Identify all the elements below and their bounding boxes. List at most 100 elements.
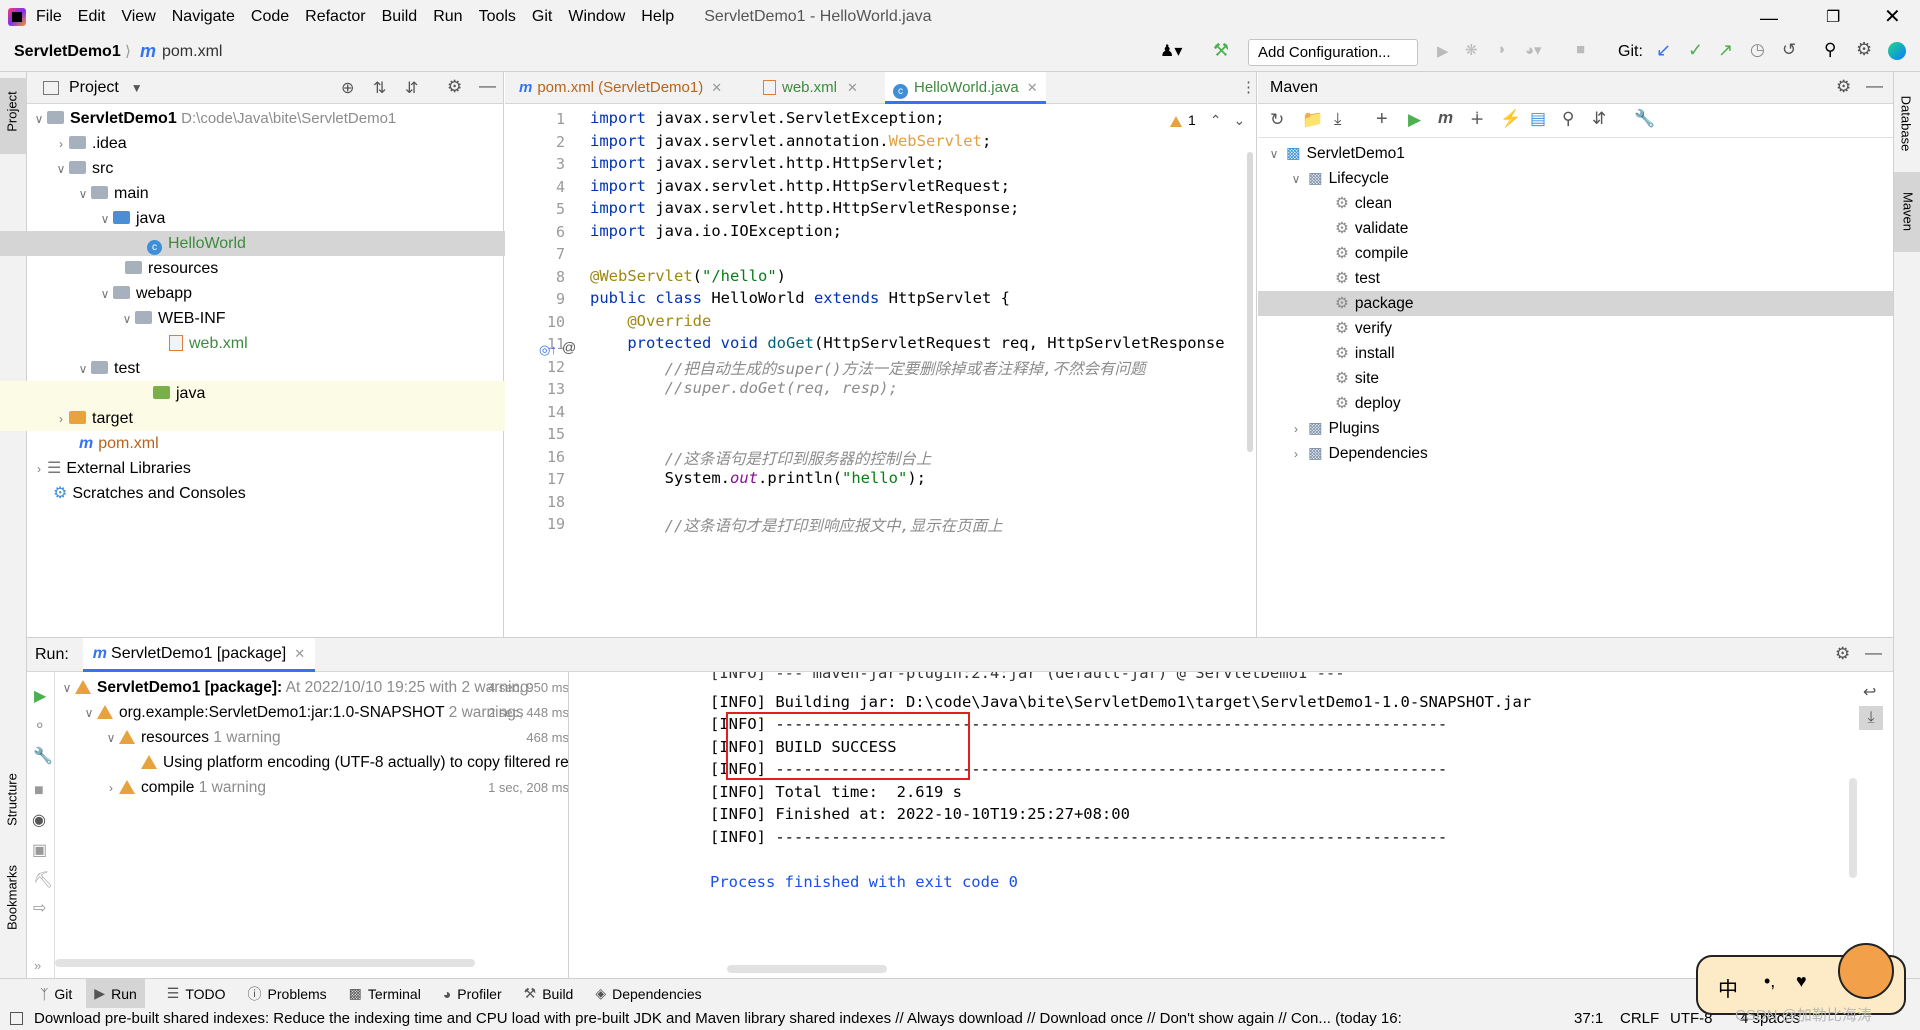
side-tab-database[interactable]: Database <box>1899 84 1914 164</box>
find-icon[interactable]: ⚲ <box>1562 109 1574 129</box>
bottom-tab-terminal[interactable]: ▩ Terminal <box>349 985 421 1002</box>
profile-icon[interactable]: ◕▾ <box>1525 41 1542 59</box>
minimize-icon[interactable]: — <box>1760 8 1778 29</box>
add-icon[interactable]: + <box>1376 108 1388 131</box>
side-tab-project[interactable]: Project <box>0 78 27 154</box>
build-hammer-icon[interactable]: ⚒ <box>1213 40 1229 61</box>
maven-goal-site[interactable]: ⚙ site <box>1335 366 1379 391</box>
tree-item-target[interactable]: › target <box>0 406 531 431</box>
user-icon[interactable]: ♟▾ <box>1160 41 1182 61</box>
run-goal-icon[interactable]: ▶ <box>1408 110 1421 130</box>
more-icon[interactable]: » <box>34 958 41 973</box>
build-node-root[interactable]: ∨ ServletDemo1 [package]: At 2022/10/10 1… <box>59 675 568 700</box>
maven-goal-install[interactable]: ⚙ install <box>1335 341 1395 366</box>
bottom-tab-run[interactable]: ▶ Run <box>86 979 145 1008</box>
build-tree-hscrollbar[interactable] <box>55 959 475 967</box>
rerun-icon[interactable]: ▶ <box>34 686 46 706</box>
bottom-tab-todo[interactable]: ☰ TODO <box>167 985 226 1002</box>
maven-dependencies-node[interactable]: › ▩ Dependencies <box>1288 441 1428 466</box>
camera-icon[interactable]: ▣ <box>32 840 47 860</box>
close-window-icon[interactable]: ✕ <box>1884 4 1901 29</box>
git-history-icon[interactable]: ◷ <box>1750 40 1765 60</box>
bottom-tab-build[interactable]: ⚒ Build <box>524 985 574 1002</box>
build-node-encoding-warning[interactable]: Using platform encoding (UTF-8 actually)… <box>141 750 568 775</box>
tree-item-resources[interactable]: resources <box>125 256 218 281</box>
tree-item-webapp[interactable]: ∨ webapp <box>97 281 192 306</box>
breadcrumb-project[interactable]: ServletDemo1 <box>14 43 121 61</box>
bottom-tab-problems[interactable]: ⓘ Problems <box>248 984 327 1004</box>
stop-icon[interactable]: ■ <box>1576 41 1585 58</box>
collapse-all-icon[interactable]: ⇵ <box>405 78 418 98</box>
export-icon[interactable]: ⇨ <box>33 898 46 918</box>
panel-hide-icon[interactable]: — <box>1865 643 1882 663</box>
tree-item-pom-xml[interactable]: m pom.xml <box>79 431 159 456</box>
close-tab-icon[interactable]: ✕ <box>294 646 305 661</box>
menu-refactor[interactable]: Refactor <box>305 8 365 26</box>
git-update-icon[interactable]: ↙ <box>1656 40 1671 61</box>
skip-tests-icon[interactable]: ⚡ <box>1500 109 1521 129</box>
maven-goal-package[interactable]: ⚙ package <box>1258 291 1893 316</box>
tree-item-servletdemo1[interactable]: ∨ ServletDemo1 D:\code\Java\bite\ServletD… <box>31 106 397 131</box>
download-icon[interactable]: ⤓ <box>1334 109 1342 129</box>
panel-hide-icon[interactable]: — <box>1866 76 1883 96</box>
menu-edit[interactable]: Edit <box>78 8 106 26</box>
tree-item-web-xml[interactable]: web.xml <box>169 331 248 356</box>
toggle-offline-icon[interactable]: ∔ <box>1470 109 1484 129</box>
caret-position[interactable]: 37:1 <box>1574 1008 1603 1030</box>
eye-icon[interactable]: ◉ <box>32 810 46 830</box>
console-output[interactable]: [INFO] --- maven-jar-plugin:2.4:jar (def… <box>570 672 1870 979</box>
collapse-icon[interactable]: ⇵ <box>1592 109 1606 129</box>
stop-icon[interactable]: ■ <box>34 782 44 800</box>
maven-goal-validate[interactable]: ⚙ validate <box>1335 216 1408 241</box>
build-node-artifact[interactable]: ∨ org.example:ServletDemo1:jar:1.0-SNAPSH… <box>81 700 568 725</box>
editor-scrollbar[interactable] <box>1247 152 1253 452</box>
tree-item-test[interactable]: ∨ test <box>75 356 140 381</box>
bottom-tab-dependencies[interactable]: ◈ Dependencies <box>595 985 701 1002</box>
settings-gear-icon[interactable]: ⚙ <box>1856 39 1872 60</box>
panel-settings-icon[interactable]: ⚙ <box>1835 644 1850 664</box>
rerun-failed-icon[interactable]: ⚬ <box>33 716 46 736</box>
menu-help[interactable]: Help <box>641 8 674 26</box>
run-icon[interactable]: ▶ <box>1437 42 1449 60</box>
tree-item-idea[interactable]: › .idea <box>53 131 127 156</box>
bottom-tab-git[interactable]: ᛉ Git <box>40 986 72 1002</box>
maven-goal-compile[interactable]: ⚙ compile <box>1335 241 1408 266</box>
maven-goal-verify[interactable]: ⚙ verify <box>1335 316 1392 341</box>
menu-window[interactable]: Window <box>568 8 625 26</box>
menu-git[interactable]: Git <box>532 8 552 26</box>
git-rollback-icon[interactable]: ↺ <box>1782 40 1796 60</box>
locate-icon[interactable]: ⊕ <box>341 78 354 98</box>
side-tab-bookmarks[interactable]: Bookmarks <box>5 858 20 938</box>
pin-icon[interactable]: ⛏ <box>33 870 53 890</box>
execute-goal-icon[interactable]: m <box>1438 108 1453 128</box>
git-push-icon[interactable]: ↗ <box>1718 40 1733 61</box>
build-node-compile[interactable]: › compile 1 warning 1 sec, 208 ms <box>103 775 568 800</box>
tree-item-external-libraries[interactable]: › ☰ External Libraries <box>31 456 191 481</box>
project-panel-title[interactable]: Project <box>69 79 119 97</box>
menu-navigate[interactable]: Navigate <box>172 8 235 26</box>
menu-file[interactable]: File <box>36 8 62 26</box>
add-configuration-button[interactable]: Add Configuration... <box>1248 39 1418 66</box>
show-dependencies-icon[interactable]: ▤ <box>1530 109 1546 129</box>
debug-icon[interactable]: ❋ <box>1465 41 1478 59</box>
tree-item-scratches[interactable]: ⚙ Scratches and Consoles <box>53 481 246 506</box>
maven-goal-test[interactable]: ⚙ test <box>1335 266 1380 291</box>
build-node-resources[interactable]: ∨ resources 1 warning 468 ms <box>103 725 568 750</box>
tree-item-web-inf[interactable]: ∨ WEB-INF <box>119 306 226 331</box>
run-tab[interactable]: m ServletDemo1 [package] ✕ <box>82 637 316 672</box>
panel-settings-icon[interactable]: ⚙ <box>1836 77 1851 97</box>
console-vscrollbar[interactable] <box>1849 778 1857 878</box>
tree-item-test-java[interactable]: java <box>0 381 531 406</box>
menu-run[interactable]: Run <box>433 8 462 26</box>
reload-icon[interactable]: ↻ <box>1270 110 1284 130</box>
menu-view[interactable]: View <box>121 8 155 26</box>
restore-icon[interactable]: ❐ <box>1826 7 1840 27</box>
chevron-down-icon[interactable]: ▼ <box>131 81 143 95</box>
side-tab-maven[interactable]: Maven <box>1894 172 1920 252</box>
bottom-tab-profiler[interactable]: ◕ Profiler <box>443 986 502 1002</box>
maven-goal-clean[interactable]: ⚙ clean <box>1335 191 1392 216</box>
maven-plugins-node[interactable]: › ▩ Plugins <box>1288 416 1380 441</box>
tree-item-helloworld[interactable]: c HelloWorld <box>0 231 531 256</box>
git-commit-icon[interactable]: ✓ <box>1688 40 1703 61</box>
maven-goal-deploy[interactable]: ⚙ deploy <box>1335 391 1401 416</box>
